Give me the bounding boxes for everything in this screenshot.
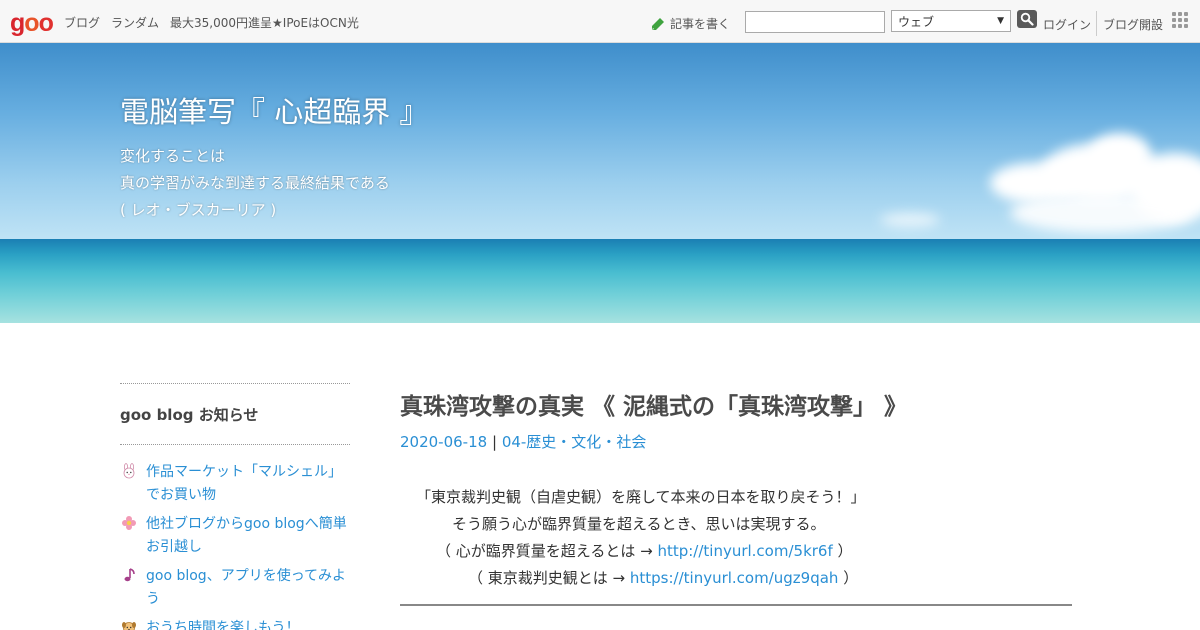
critical-mass-link[interactable]: http://tinyurl.com/5kr6f	[657, 542, 832, 560]
post-body-line: （ 東京裁判史観とは → https://tinyurl.com/ugz9qah…	[400, 565, 1072, 592]
sea-background	[0, 239, 1200, 323]
news-item: おうち時間を楽しもう！	[120, 617, 350, 630]
write-article-label: 記事を書く	[670, 17, 731, 31]
post-body: 「東京裁判史観（自虐史観）を廃して本来の日本を取り戻そう！」 そう願う心が臨界質…	[400, 484, 1072, 592]
nav-blog-link[interactable]: ブログ	[64, 14, 100, 31]
logo-letter: o	[24, 9, 39, 37]
pencil-icon	[652, 17, 664, 30]
rabbit-icon	[120, 462, 138, 480]
post-date-link[interactable]: 2020-06-18	[400, 433, 487, 451]
sidebar: goo blog お知らせ 作品マーケット「マルシェル」でお買い物 他社ブログか…	[120, 383, 350, 630]
flower-icon	[120, 514, 138, 532]
post-meta: 2020-06-18 | 04-歴史・文化・社会	[400, 431, 1072, 452]
blog-description-line: 真の学習がみな到達する最終結果である	[120, 174, 390, 192]
main-content: 真珠湾攻撃の真実 《 泥縄式の「真珠湾攻撃」 》 2020-06-18 | 04…	[400, 383, 1072, 606]
news-link[interactable]: goo blog、アプリを使ってみよう	[146, 565, 350, 611]
news-link[interactable]: 他社ブログからgoo blogへ簡単お引越し	[146, 513, 350, 559]
search-scope-select[interactable]: ウェブ ▼	[891, 10, 1011, 32]
open-blog-link[interactable]: ブログ開設	[1103, 16, 1163, 33]
divider	[400, 604, 1072, 606]
blog-description: 変化することは 真の学習がみな到達する最終結果である ( レオ・ブスカーリア )	[120, 143, 390, 224]
nav-ocn-promo-link[interactable]: 最大35,000円進呈★IPoEはOCN光	[170, 14, 359, 31]
apps-grid-icon[interactable]	[1172, 12, 1188, 28]
top-nav: ブログ ランダム 最大35,000円進呈★IPoEはOCN光	[64, 14, 359, 31]
post-body-line: 「東京裁判史観（自虐史観）を廃して本来の日本を取り戻そう！」	[416, 488, 866, 506]
goo-logo[interactable]: g o o	[10, 9, 56, 37]
write-article-button[interactable]: 記事を書く	[650, 15, 730, 32]
news-item: goo blog、アプリを使ってみよう	[120, 565, 350, 611]
news-item: 作品マーケット「マルシェル」でお買い物	[120, 461, 350, 507]
tokyo-trial-view-link[interactable]: https://tinyurl.com/ugz9qah	[630, 569, 839, 587]
search-button[interactable]	[1017, 10, 1037, 28]
logo-letter: g	[10, 9, 25, 37]
post-title[interactable]: 真珠湾攻撃の真実 《 泥縄式の「真珠湾攻撃」 》	[400, 387, 1072, 421]
post-body-text: （ 東京裁判史観とは →	[468, 569, 630, 587]
post-body-line: （ 心が臨界質量を超えるとは → http://tinyurl.com/5kr6…	[400, 538, 1072, 565]
top-bar: g o o ブログ ランダム 最大35,000円進呈★IPoEはOCN光 記事を…	[0, 0, 1200, 43]
dog-icon	[120, 618, 138, 630]
news-list: 作品マーケット「マルシェル」でお買い物 他社ブログからgoo blogへ簡単お引…	[120, 445, 350, 630]
sidebar-heading: goo blog お知らせ	[120, 406, 259, 424]
nav-random-link[interactable]: ランダム	[111, 14, 159, 31]
cloud-shape	[880, 213, 940, 227]
blog-description-line: 変化することは	[120, 147, 226, 165]
divider	[1096, 11, 1097, 36]
blog-header-banner: 電脳筆写『 心超臨界 』 変化することは 真の学習がみな到達する最終結果である …	[0, 43, 1200, 323]
login-link[interactable]: ログイン	[1043, 16, 1091, 33]
logo-letter: o	[38, 9, 54, 37]
news-link[interactable]: 作品マーケット「マルシェル」でお買い物	[146, 461, 350, 507]
post-meta-separator: |	[491, 433, 498, 451]
music-note-icon	[120, 566, 138, 584]
post-category-link[interactable]: 04-歴史・文化・社会	[502, 433, 647, 451]
cloud-shape	[1010, 193, 1190, 233]
post-body-text: ）	[838, 569, 859, 587]
news-link[interactable]: おうち時間を楽しもう！	[146, 617, 300, 630]
blog-title[interactable]: 電脳筆写『 心超臨界 』	[120, 89, 428, 131]
post-body-text: （ 心が臨界質量を超えるとは →	[436, 542, 658, 560]
post-body-text: ）	[832, 542, 853, 560]
post-body-line: そう願う心が臨界質量を超えるとき、思いは実現する。	[452, 515, 826, 533]
dropdown-arrow-icon: ▼	[997, 16, 1004, 26]
news-item: 他社ブログからgoo blogへ簡単お引越し	[120, 513, 350, 559]
search-scope-value: ウェブ	[898, 14, 935, 29]
search-icon	[1020, 12, 1034, 26]
search-input[interactable]	[745, 11, 885, 33]
blog-description-line: ( レオ・ブスカーリア )	[120, 201, 277, 219]
